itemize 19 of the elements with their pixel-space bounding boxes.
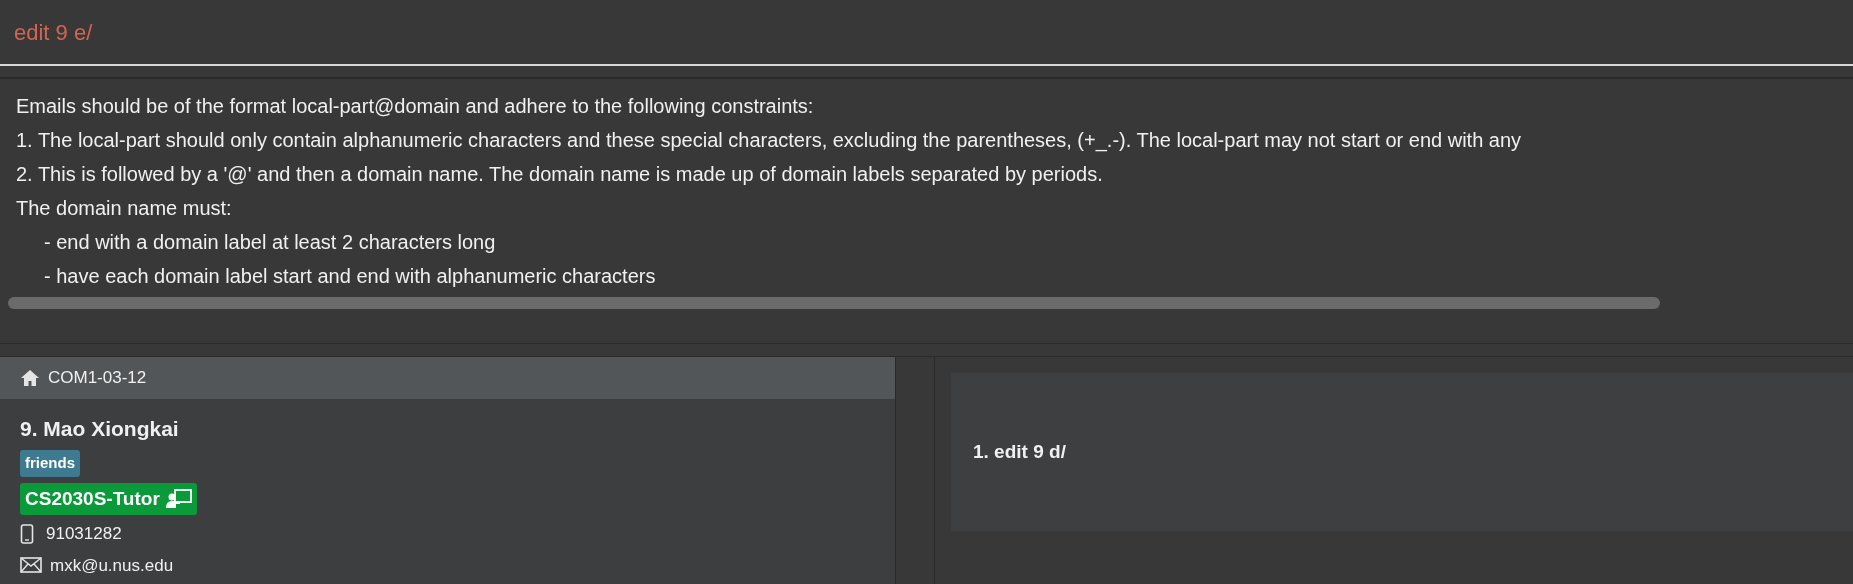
result-text: 1. The local-part should only contain alphanumeric characters and these special characters, excluding the parentheses, (+_.-). The local-part may not start or end with any — [16, 128, 1523, 154]
mail-icon — [20, 557, 42, 574]
scrollbar-thumb[interactable] — [8, 297, 1660, 309]
tag-label: friends — [20, 450, 80, 477]
result-text: The domain name must: — [16, 196, 233, 221]
address-text: COM1-03-12 — [48, 367, 147, 389]
phone-number: 91031282 — [46, 523, 122, 545]
person-card[interactable]: COM1-03-12 — [0, 357, 895, 399]
result-text: - have each domain label start and end with alphanumeric characters — [43, 264, 657, 289]
teacher-icon — [165, 488, 192, 509]
person-name: 9. Mao Xiongkai — [20, 415, 180, 442]
result-text: 2. This is followed by a '@' and then a domain name. The domain name is made up of domain labels separated by periods. — [16, 162, 1104, 187]
result-text: - end with a domain label at least 2 characters long — [43, 230, 497, 255]
email-address: mxk@u.nus.edu — [50, 554, 174, 577]
phone-icon — [20, 523, 34, 544]
result-text: Emails should be of the format local-part@domain and adhere to the following constraints: — [16, 94, 815, 119]
home-icon — [20, 368, 40, 387]
history-command: 1. edit 9 d/ — [973, 439, 1066, 464]
role-label: CS2030S-Tutor — [20, 482, 197, 515]
